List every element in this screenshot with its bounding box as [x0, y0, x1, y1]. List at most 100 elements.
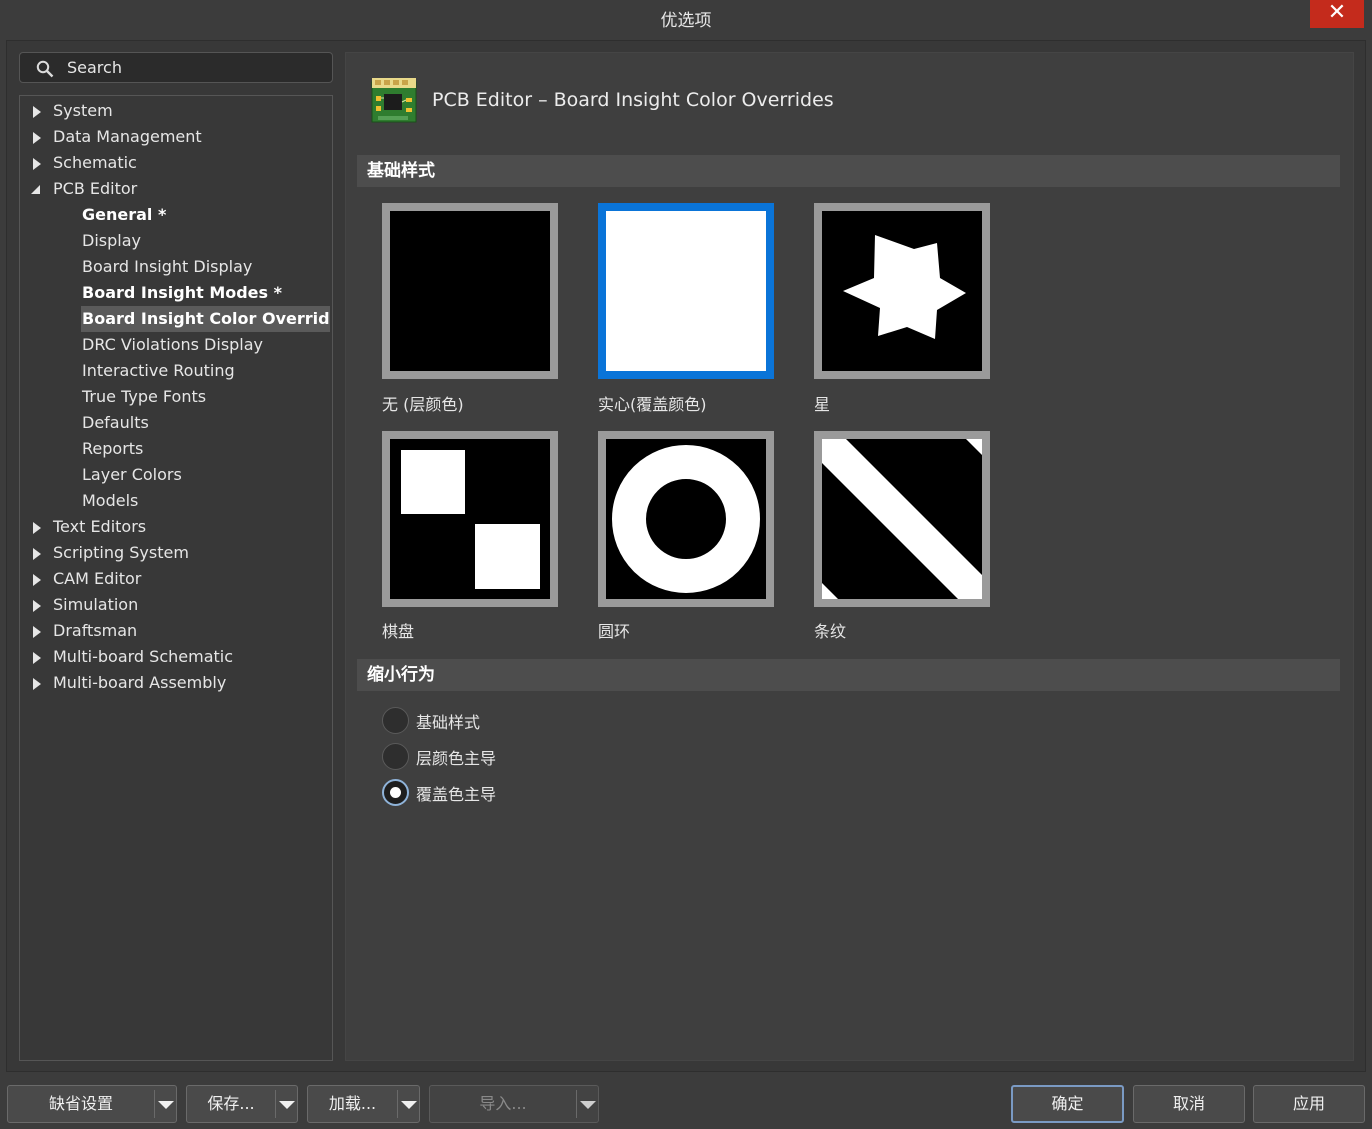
pattern-label-checkerboard: 棋盘 — [382, 622, 415, 641]
ring-icon — [612, 445, 760, 593]
tree-item-label: Schematic — [53, 153, 137, 172]
tree-item-multi-board-schematic[interactable]: Multi-board Schematic — [20, 644, 233, 670]
split-separator — [397, 1090, 398, 1118]
radio-dot — [390, 787, 401, 798]
split-separator — [154, 1090, 155, 1118]
page-title: PCB Editor – Board Insight Color Overrid… — [432, 89, 834, 111]
chevron-down-icon[interactable] — [279, 1101, 295, 1109]
apply-button[interactable]: 应用 — [1253, 1085, 1365, 1123]
tree-item-layer-colors[interactable]: Layer Colors — [82, 462, 182, 488]
tree-item-data-management[interactable]: Data Management — [20, 124, 202, 150]
collapse-arrow-icon[interactable] — [31, 185, 40, 194]
checkerboard-icon — [401, 450, 540, 589]
cancel-button[interactable]: 取消 — [1133, 1085, 1245, 1123]
tree-item-reports[interactable]: Reports — [82, 436, 143, 462]
save-button[interactable]: 保存... — [186, 1085, 298, 1123]
import-button-label: 导入... — [479, 1094, 527, 1113]
tree-item-draftsman[interactable]: Draftsman — [20, 618, 137, 644]
tree-item-text-editors[interactable]: Text Editors — [20, 514, 146, 540]
tree-item-models[interactable]: Models — [82, 488, 138, 514]
pattern-tile-checkerboard[interactable] — [382, 431, 558, 607]
tree-item-board-insight-color-overrides[interactable]: Board Insight Color Overrides * — [81, 306, 330, 332]
pattern-preview-stripe — [822, 439, 982, 599]
pattern-label-circle: 圆环 — [598, 622, 631, 641]
tree-item-display[interactable]: Display — [82, 228, 141, 254]
save-button-label: 保存... — [207, 1094, 255, 1113]
expand-arrow-icon[interactable] — [33, 574, 41, 586]
radio-override-color-dominates[interactable]: 覆盖色主导 — [382, 779, 582, 807]
tree-item-label: CAM Editor — [53, 569, 142, 588]
preferences-tree: System Data Management Schematic PCB Edi… — [19, 95, 333, 1061]
pattern-tile-circle[interactable] — [598, 431, 774, 607]
expand-arrow-icon[interactable] — [33, 678, 41, 690]
tree-item-true-type-fonts[interactable]: True Type Fonts — [82, 384, 206, 410]
search-icon — [36, 60, 54, 78]
tree-item-simulation[interactable]: Simulation — [20, 592, 138, 618]
close-button[interactable]: ✕ — [1310, 0, 1364, 28]
import-button[interactable]: 导入... — [429, 1085, 599, 1123]
expand-arrow-icon[interactable] — [33, 600, 41, 612]
pattern-preview-none — [390, 211, 550, 371]
title-bar: 优选项 ✕ — [0, 0, 1372, 36]
radio-button[interactable] — [382, 707, 409, 734]
split-separator — [275, 1090, 276, 1118]
tree-item-multi-board-assembly[interactable]: Multi-board Assembly — [20, 670, 226, 696]
tree-item-label: Multi-board Schematic — [53, 647, 234, 666]
expand-arrow-icon[interactable] — [33, 548, 41, 560]
pattern-tile-star[interactable] — [814, 203, 990, 379]
tree-item-system[interactable]: System — [20, 98, 113, 124]
tree-item-label: Text Editors — [53, 517, 147, 536]
split-separator — [576, 1090, 577, 1118]
tree-item-label: Draftsman — [53, 621, 138, 640]
tree-item-board-insight-display[interactable]: Board Insight Display — [82, 254, 252, 280]
expand-arrow-icon[interactable] — [33, 158, 41, 170]
pattern-label-none: 无 (层颜色) — [382, 395, 464, 414]
expand-arrow-icon[interactable] — [33, 652, 41, 664]
pcb-board-icon — [371, 78, 417, 123]
tree-item-label: Simulation — [53, 595, 139, 614]
ok-button[interactable]: 确定 — [1011, 1085, 1124, 1123]
radio-label: 覆盖色主导 — [416, 785, 497, 804]
load-button-label: 加载... — [328, 1094, 377, 1113]
load-button[interactable]: 加载... — [307, 1085, 420, 1123]
close-icon: ✕ — [1327, 0, 1347, 25]
radio-base-pattern[interactable]: 基础样式 — [382, 707, 582, 735]
chevron-down-icon[interactable] — [580, 1101, 596, 1109]
search-input[interactable]: Search — [19, 52, 333, 83]
tree-item-label: System — [53, 101, 113, 120]
pattern-label-solid: 实心(覆盖颜色) — [598, 395, 707, 414]
expand-arrow-icon[interactable] — [33, 626, 41, 638]
tree-item-board-insight-modes[interactable]: Board Insight Modes * — [82, 280, 282, 306]
tree-item-scripting-system[interactable]: Scripting System — [20, 540, 189, 566]
chevron-down-icon[interactable] — [158, 1101, 174, 1109]
defaults-button-label: 缺省设置 — [48, 1094, 113, 1113]
pattern-preview-solid — [606, 211, 766, 371]
pattern-tile-stripe[interactable] — [814, 431, 990, 607]
tree-item-label: PCB Editor — [53, 179, 138, 198]
pattern-label-stripe: 条纹 — [814, 622, 847, 641]
pattern-preview-circle — [606, 439, 766, 599]
radio-label: 基础样式 — [416, 713, 481, 732]
expand-arrow-icon[interactable] — [33, 132, 41, 144]
tree-item-general[interactable]: General * — [82, 202, 166, 228]
expand-arrow-icon[interactable] — [33, 106, 41, 118]
tree-item-pcb-editor[interactable]: PCB Editor — [20, 176, 137, 202]
tree-item-schematic[interactable]: Schematic — [20, 150, 137, 176]
star-icon — [843, 235, 966, 339]
radio-layer-color-dominates[interactable]: 层颜色主导 — [382, 743, 582, 771]
pattern-tile-none[interactable] — [382, 203, 558, 379]
tree-item-label: Scripting System — [53, 543, 189, 562]
section-zoom-out-behavior: 缩小行为 — [357, 659, 1340, 691]
pattern-label-star: 星 — [814, 395, 831, 414]
tree-item-defaults[interactable]: Defaults — [82, 410, 149, 436]
radio-button-checked[interactable] — [382, 779, 409, 806]
chevron-down-icon[interactable] — [401, 1101, 417, 1109]
radio-button[interactable] — [382, 743, 409, 770]
tree-item-interactive-routing[interactable]: Interactive Routing — [82, 358, 235, 384]
stripe-icon — [822, 439, 982, 599]
pattern-tile-solid[interactable] — [598, 203, 774, 379]
expand-arrow-icon[interactable] — [33, 522, 41, 534]
defaults-button[interactable]: 缺省设置 — [7, 1085, 177, 1123]
tree-item-cam-editor[interactable]: CAM Editor — [20, 566, 141, 592]
tree-item-drc-violations-display[interactable]: DRC Violations Display — [82, 332, 263, 358]
